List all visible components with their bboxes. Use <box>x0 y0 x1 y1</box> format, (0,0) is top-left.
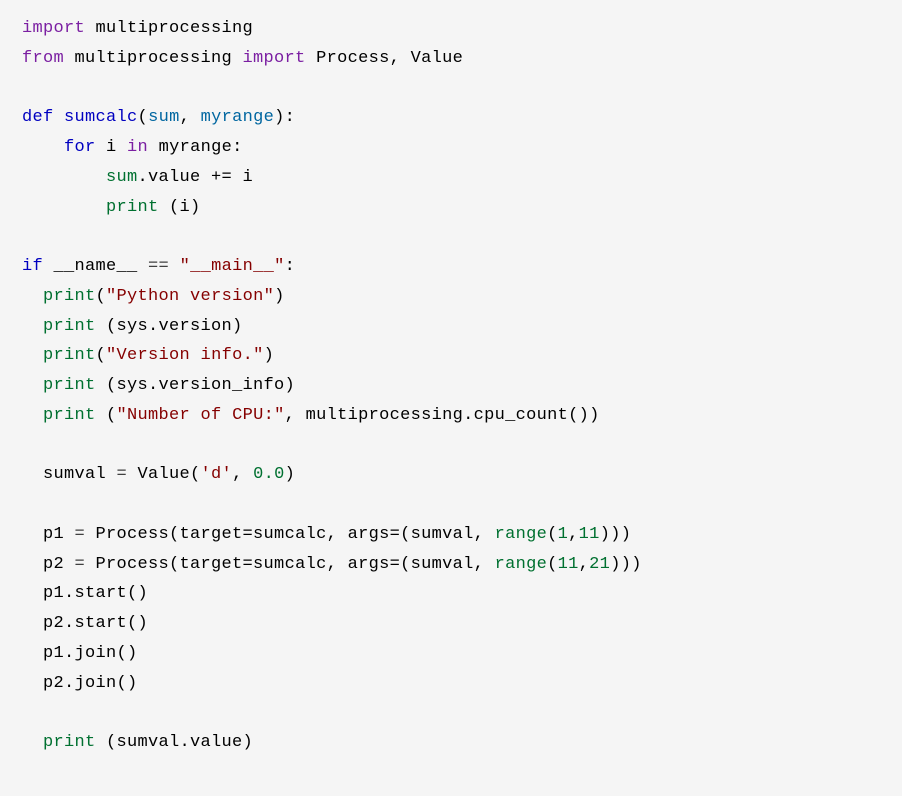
builtin-range: range <box>495 525 548 544</box>
string: 'd' <box>201 465 233 484</box>
kw-def: def <box>22 108 54 127</box>
builtin-print: print <box>43 733 96 752</box>
code-text: multiprocessing <box>64 49 243 68</box>
builtin-print: print <box>43 406 96 425</box>
code-text: Process, Value <box>306 49 464 68</box>
kw-for: for <box>64 138 96 157</box>
param: sum <box>148 108 180 127</box>
kw-import: import <box>243 49 306 68</box>
number: 11 <box>579 525 600 544</box>
kw-in: in <box>127 138 148 157</box>
builtin-print: print <box>106 198 159 217</box>
string: "Version info." <box>106 346 264 365</box>
string: "Number of CPU:" <box>117 406 285 425</box>
code-line: p1.start() <box>22 584 148 603</box>
builtin-print: print <box>43 346 96 365</box>
number: 11 <box>558 555 579 574</box>
builtin-print: print <box>43 376 96 395</box>
kw-import: import <box>22 19 85 38</box>
code-line: p1.join() <box>22 644 138 663</box>
builtin-print: print <box>43 287 96 306</box>
number: 21 <box>589 555 610 574</box>
code-text: multiprocessing <box>85 19 253 38</box>
function-name: sumcalc <box>64 108 138 127</box>
number: 1 <box>558 525 569 544</box>
builtin: sum <box>106 168 138 187</box>
number: 0.0 <box>253 465 285 484</box>
python-code-block: import multiprocessing from multiprocess… <box>0 0 902 772</box>
string: "__main__" <box>180 257 285 276</box>
builtin-range: range <box>495 555 548 574</box>
builtin-print: print <box>43 317 96 336</box>
kw-if: if <box>22 257 43 276</box>
string: "Python version" <box>106 287 274 306</box>
code-line: p2.join() <box>22 674 138 693</box>
param: myrange <box>201 108 275 127</box>
kw-from: from <box>22 49 64 68</box>
code-line: p2.start() <box>22 614 148 633</box>
